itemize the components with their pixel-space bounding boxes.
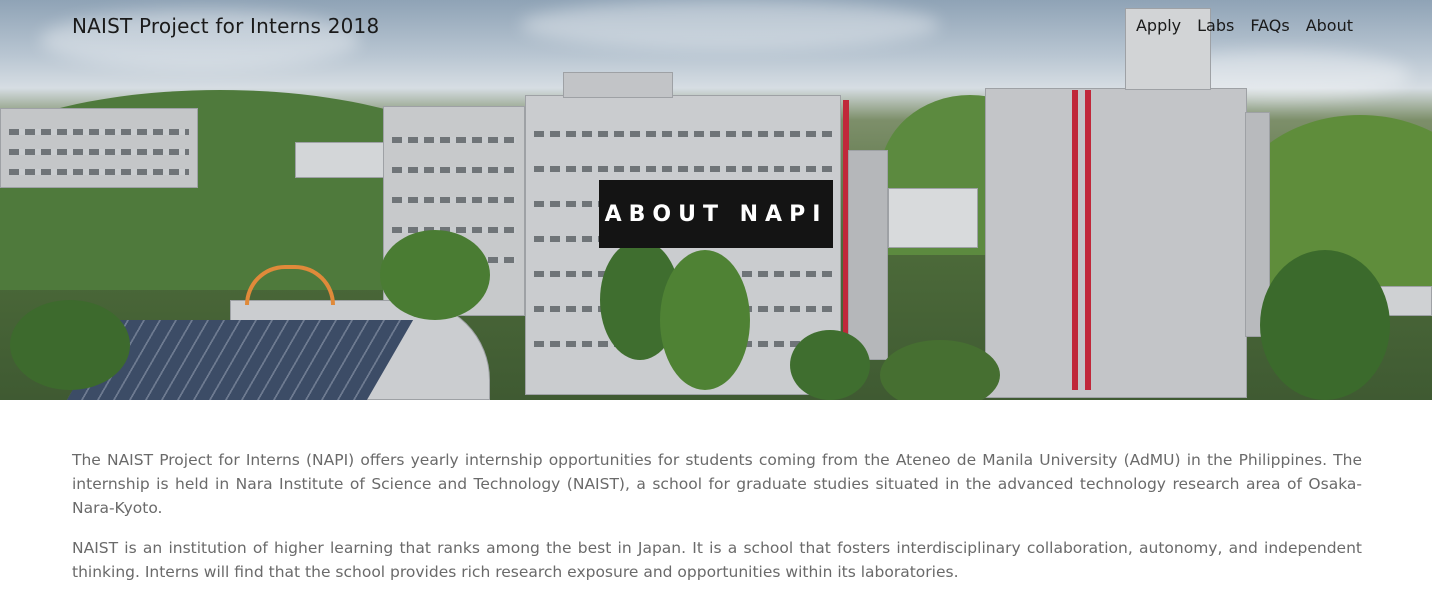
tree — [880, 340, 1000, 400]
nav-faqs[interactable]: FAQs — [1250, 16, 1289, 35]
about-paragraph-2: NAIST is an institution of higher learni… — [72, 539, 1362, 581]
main-nav: Apply Labs FAQs About — [1136, 16, 1353, 35]
stripe — [1072, 90, 1078, 390]
tree — [790, 330, 870, 400]
hero-heading: ABOUT NAPI — [604, 201, 828, 227]
tree — [660, 250, 750, 390]
cloud — [520, 0, 940, 50]
tree — [1260, 250, 1390, 400]
building — [0, 108, 198, 188]
stripe — [1085, 90, 1091, 390]
about-paragraph-1: The NAIST Project for Interns (NAPI) off… — [72, 451, 1362, 517]
tree — [10, 300, 130, 390]
building — [985, 88, 1247, 398]
building — [888, 188, 978, 248]
building — [563, 72, 673, 98]
hero-heading-box: ABOUT NAPI — [599, 180, 833, 248]
tree — [380, 230, 490, 320]
stairwell — [848, 150, 888, 360]
about-content: The NAIST Project for Interns (NAPI) off… — [72, 448, 1362, 600]
site-title[interactable]: NAIST Project for Interns 2018 — [72, 14, 379, 38]
building — [295, 142, 385, 178]
nav-labs[interactable]: Labs — [1197, 16, 1234, 35]
hero-banner: NAIST Project for Interns 2018 Apply Lab… — [0, 0, 1432, 400]
nav-about[interactable]: About — [1306, 16, 1353, 35]
nav-apply[interactable]: Apply — [1136, 16, 1181, 35]
